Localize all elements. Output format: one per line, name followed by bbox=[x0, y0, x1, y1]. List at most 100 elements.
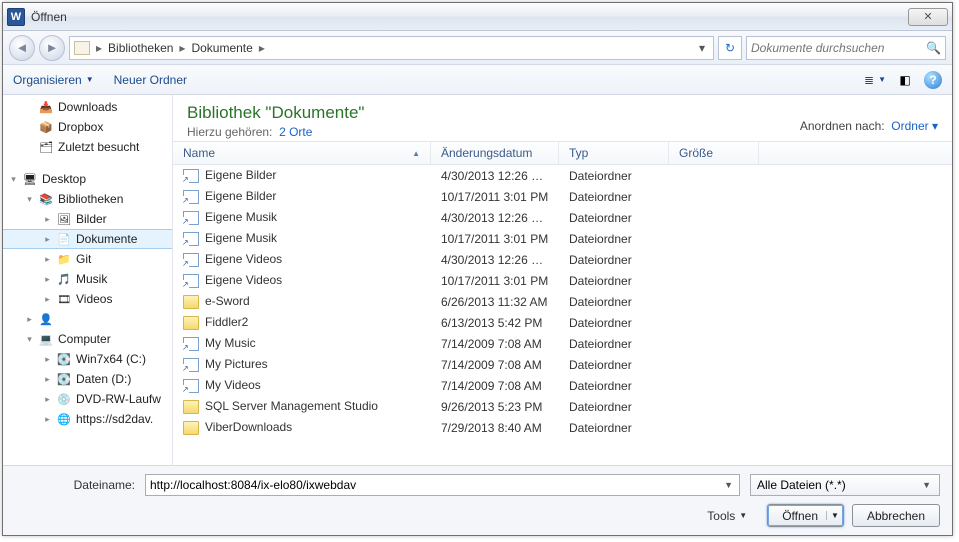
breadcrumb-dropdown[interactable]: ▾ bbox=[695, 41, 709, 55]
filename-input[interactable] bbox=[150, 478, 722, 492]
table-row[interactable]: SQL Server Management Studio9/26/2013 5:… bbox=[173, 396, 952, 417]
tree-item[interactable]: ▸👤 bbox=[3, 309, 172, 329]
tree-item[interactable]: 📥Downloads bbox=[3, 97, 172, 117]
refresh-button[interactable]: ↻ bbox=[718, 36, 742, 60]
col-size[interactable]: Größe bbox=[669, 142, 759, 164]
file-type: Dateiordner bbox=[559, 400, 669, 414]
table-row[interactable]: My Pictures7/14/2009 7:08 AMDateiordner bbox=[173, 354, 952, 375]
folder-icon: 🎞 bbox=[56, 292, 72, 306]
new-folder-button[interactable]: Neuer Ordner bbox=[114, 73, 187, 87]
library-icon bbox=[74, 41, 90, 55]
table-row[interactable]: Eigene Bilder4/30/2013 12:26 PMDateiordn… bbox=[173, 165, 952, 186]
twisty-icon[interactable]: ▸ bbox=[43, 274, 52, 285]
search-box[interactable]: 🔍 bbox=[746, 36, 946, 60]
cancel-button[interactable]: Abbrechen bbox=[852, 504, 940, 527]
dialog-body: 📥Downloads📦Dropbox🗂Zuletzt besucht ▾🖥Desk… bbox=[3, 95, 952, 465]
forward-button[interactable]: ► bbox=[39, 35, 65, 61]
folder-icon bbox=[183, 421, 199, 435]
tree-item[interactable]: ▸📄Dokumente bbox=[3, 229, 172, 249]
table-row[interactable]: Eigene Videos4/30/2013 12:26 PMDateiordn… bbox=[173, 249, 952, 270]
search-icon[interactable]: 🔍 bbox=[926, 41, 941, 55]
organize-menu[interactable]: Organisieren▼ bbox=[13, 73, 94, 87]
twisty-icon[interactable]: ▸ bbox=[43, 394, 52, 405]
help-button[interactable]: ? bbox=[924, 71, 942, 89]
twisty-icon[interactable]: ▾ bbox=[25, 334, 34, 345]
twisty-icon[interactable]: ▸ bbox=[43, 294, 52, 305]
twisty-icon[interactable]: ▸ bbox=[43, 234, 52, 245]
table-row[interactable]: Eigene Musik4/30/2013 12:26 PMDateiordne… bbox=[173, 207, 952, 228]
col-date[interactable]: Änderungsdatum bbox=[431, 142, 559, 164]
col-name[interactable]: Name▲ bbox=[173, 142, 431, 164]
open-button[interactable]: Öffnen▼ bbox=[767, 504, 844, 527]
folder-icon: 📄 bbox=[56, 232, 72, 246]
table-row[interactable]: Eigene Musik10/17/2011 3:01 PMDateiordne… bbox=[173, 228, 952, 249]
back-button[interactable]: ◄ bbox=[9, 35, 35, 61]
twisty-icon[interactable]: ▸ bbox=[43, 214, 52, 225]
filename-combobox[interactable]: ▼ bbox=[145, 474, 740, 496]
tree-item[interactable]: ▸🎞Videos bbox=[3, 289, 172, 309]
breadcrumb[interactable]: ▸ Bibliotheken ▸ Dokumente ▸ ▾ bbox=[69, 36, 714, 60]
tree-item[interactable]: ▸💿DVD-RW-Laufw bbox=[3, 389, 172, 409]
file-date: 10/17/2011 3:01 PM bbox=[431, 232, 559, 246]
search-input[interactable] bbox=[751, 41, 926, 55]
tree-item[interactable]: ▸🌐https://sd2dav. bbox=[3, 409, 172, 429]
folder-icon: 👤 bbox=[38, 312, 54, 326]
file-type: Dateiordner bbox=[559, 211, 669, 225]
tools-menu[interactable]: Tools▼ bbox=[707, 509, 747, 523]
table-row[interactable]: My Videos7/14/2009 7:08 AMDateiordner bbox=[173, 375, 952, 396]
tree-item[interactable]: 📦Dropbox bbox=[3, 117, 172, 137]
twisty-icon[interactable]: ▸ bbox=[43, 374, 52, 385]
tree-item[interactable]: ▸💽Win7x64 (C:) bbox=[3, 349, 172, 369]
twisty-icon[interactable]: ▸ bbox=[43, 414, 52, 425]
col-type[interactable]: Typ bbox=[559, 142, 669, 164]
library-header: Bibliothek "Dokumente" Hierzu gehören: 2… bbox=[173, 95, 952, 141]
file-name: My Music bbox=[205, 336, 256, 350]
file-name: My Pictures bbox=[205, 357, 268, 371]
file-date: 4/30/2013 12:26 PM bbox=[431, 253, 559, 267]
folder-icon: 💿 bbox=[56, 392, 72, 406]
close-button[interactable]: ✕ bbox=[908, 8, 948, 26]
tree-item[interactable]: ▸📁Git bbox=[3, 249, 172, 269]
tree-item[interactable]: ▸🎵Musik bbox=[3, 269, 172, 289]
twisty-icon[interactable]: ▸ bbox=[43, 354, 52, 365]
file-date: 10/17/2011 3:01 PM bbox=[431, 190, 559, 204]
table-row[interactable]: ViberDownloads7/29/2013 8:40 AMDateiordn… bbox=[173, 417, 952, 438]
breadcrumb-segment[interactable]: Dokumente bbox=[191, 41, 252, 55]
tree-item-label: Bilder bbox=[76, 212, 107, 226]
file-name: My Videos bbox=[205, 378, 261, 392]
tree-item[interactable]: ▸💽Daten (D:) bbox=[3, 369, 172, 389]
chevron-down-icon: ▼ bbox=[920, 480, 933, 490]
chevron-right-icon[interactable]: ▸ bbox=[175, 41, 189, 55]
filetype-filter[interactable]: Alle Dateien (*.*)▼ bbox=[750, 474, 940, 496]
tree-item[interactable]: ▾💻Computer bbox=[3, 329, 172, 349]
breadcrumb-segment[interactable]: Bibliotheken bbox=[108, 41, 173, 55]
chevron-down-icon[interactable]: ▼ bbox=[722, 480, 735, 490]
twisty-icon[interactable]: ▸ bbox=[43, 254, 52, 265]
twisty-icon[interactable]: ▸ bbox=[25, 314, 34, 325]
chevron-right-icon[interactable]: ▸ bbox=[255, 41, 269, 55]
file-type: Dateiordner bbox=[559, 421, 669, 435]
file-list[interactable]: Eigene Bilder4/30/2013 12:26 PMDateiordn… bbox=[173, 165, 952, 465]
table-row[interactable]: Fiddler26/13/2013 5:42 PMDateiordner bbox=[173, 312, 952, 333]
table-row[interactable]: Eigene Bilder10/17/2011 3:01 PMDateiordn… bbox=[173, 186, 952, 207]
table-row[interactable]: e-Sword6/26/2013 11:32 AMDateiordner bbox=[173, 291, 952, 312]
tree-item-label: Win7x64 (C:) bbox=[76, 352, 146, 366]
table-row[interactable]: My Music7/14/2009 7:08 AMDateiordner bbox=[173, 333, 952, 354]
twisty-icon[interactable]: ▾ bbox=[25, 194, 34, 205]
file-type: Dateiordner bbox=[559, 295, 669, 309]
open-split-dropdown[interactable]: ▼ bbox=[826, 511, 839, 520]
preview-pane-button[interactable]: ◧ bbox=[896, 71, 914, 89]
tree-item-label: https://sd2dav. bbox=[76, 412, 153, 426]
tree-item-label: Daten (D:) bbox=[76, 372, 131, 386]
tree-item[interactable]: ▾📚Bibliotheken bbox=[3, 189, 172, 209]
library-locations-link[interactable]: 2 Orte bbox=[279, 125, 312, 139]
nav-tree[interactable]: 📥Downloads📦Dropbox🗂Zuletzt besucht ▾🖥Desk… bbox=[3, 95, 173, 465]
view-menu[interactable]: ≣▼ bbox=[864, 73, 886, 87]
tree-item[interactable]: ▸🖼Bilder bbox=[3, 209, 172, 229]
arrange-dropdown[interactable]: Ordner ▾ bbox=[891, 119, 938, 133]
tree-item[interactable]: 🗂Zuletzt besucht bbox=[3, 137, 172, 157]
twisty-icon[interactable]: ▾ bbox=[9, 174, 18, 185]
chevron-right-icon[interactable]: ▸ bbox=[92, 41, 106, 55]
table-row[interactable]: Eigene Videos10/17/2011 3:01 PMDateiordn… bbox=[173, 270, 952, 291]
tree-item[interactable]: ▾🖥Desktop bbox=[3, 169, 172, 189]
